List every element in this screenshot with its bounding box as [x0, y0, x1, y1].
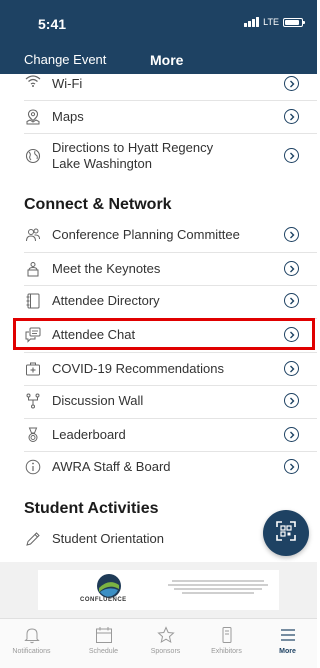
tab-more[interactable]: More [256, 625, 319, 655]
people-icon [24, 226, 42, 244]
menu-item-covid-19-recommendations[interactable]: COVID-19 Recommendations [0, 354, 317, 384]
chevron-right-icon [284, 261, 299, 276]
tab-notifications[interactable]: Notifications [0, 625, 63, 655]
qr-scan-icon [275, 520, 297, 547]
map-icon [24, 108, 42, 126]
chevron-right-icon [284, 427, 299, 442]
menu-item-label: Wi-Fi [52, 76, 83, 91]
change-event-button[interactable]: Change Event [24, 52, 106, 67]
menu-item-discussion-wall[interactable]: Discussion Wall [0, 386, 317, 416]
sponsor-banner[interactable]: CONFLUENCE [38, 570, 279, 610]
menu-item-label: AWRA Staff & Board [52, 459, 171, 474]
menu-item-label: Directions to Hyatt Regency Lake Washing… [52, 140, 213, 172]
medal-icon [24, 426, 42, 444]
divider [24, 352, 317, 353]
status-bar: 5:41 LTE [0, 0, 317, 40]
tab-label: Notifications [12, 648, 51, 655]
menu-item-wifi[interactable]: Wi-Fi [0, 74, 317, 98]
medical-kit-icon [24, 360, 42, 378]
info-icon [24, 458, 42, 476]
tab-sponsors[interactable]: Sponsors [134, 625, 197, 655]
menu-item-label-line2: Lake Washington [52, 156, 152, 171]
menu-item-label: Attendee Directory [52, 293, 160, 308]
exhibitor-icon [195, 625, 258, 645]
section-title-connect-network: Connect & Network [24, 196, 172, 213]
menu-item-label: Maps [52, 109, 84, 124]
banner-fine-print [168, 578, 268, 596]
speaker-icon [24, 260, 42, 278]
discussion-icon [24, 392, 42, 410]
tab-label: More [279, 648, 296, 655]
qr-scan-button[interactable] [263, 510, 309, 556]
menu-item-directions[interactable]: Directions to Hyatt Regency Lake Washing… [0, 134, 317, 178]
attendee-chat-highlight [13, 318, 315, 350]
menu-item-attendee-directory[interactable]: Attendee Directory [0, 286, 317, 316]
nav-bar: Change Event More [0, 50, 317, 70]
directory-icon [24, 292, 42, 310]
chevron-right-icon [284, 227, 299, 242]
menu-item-meet-the-keynotes[interactable]: Meet the Keynotes [0, 254, 317, 284]
chevron-right-icon [284, 109, 299, 124]
tab-label: Sponsors [150, 648, 181, 655]
battery-level [285, 19, 299, 25]
menu-item-awra-staff-board[interactable]: AWRA Staff & Board [0, 452, 317, 482]
menu-item-label: Meet the Keynotes [52, 261, 161, 276]
pencil-icon [24, 530, 42, 548]
section-title-student-activities: Student Activities [24, 500, 159, 517]
chevron-right-icon [284, 293, 299, 308]
wifi-icon [24, 74, 42, 90]
bottom-tab-bar: Notifications Schedule Sponsors Exhibito… [0, 618, 317, 668]
tab-label: Exhibitors [211, 648, 242, 655]
menu-item-label: COVID-19 Recommendations [52, 361, 224, 376]
network-label: LTE [263, 17, 279, 27]
tab-schedule[interactable]: Schedule [72, 625, 135, 655]
globe-icon [24, 147, 42, 165]
menu-item-conference-planning-committee[interactable]: Conference Planning Committee [0, 220, 317, 250]
chevron-right-icon [284, 361, 299, 376]
status-time: 5:41 [38, 16, 67, 32]
divider [24, 418, 317, 419]
calendar-icon [72, 625, 135, 645]
star-icon [134, 625, 197, 645]
chevron-right-icon [284, 393, 299, 408]
tab-exhibitors[interactable]: Exhibitors [195, 625, 258, 655]
menu-item-label: Student Orientation [52, 531, 165, 546]
chevron-right-icon [284, 76, 299, 91]
chevron-right-icon [284, 459, 299, 474]
divider [24, 100, 317, 101]
menu-item-label: Conference Planning Committee [52, 227, 240, 242]
status-indicators: LTE [244, 17, 305, 27]
menu-item-leaderboard[interactable]: Leaderboard [0, 420, 317, 450]
menu-item-label: Discussion Wall [52, 393, 144, 408]
app-header: 5:41 LTE Change Event More [0, 0, 317, 74]
bell-icon [0, 625, 63, 645]
chevron-right-icon [284, 148, 299, 163]
divider [24, 252, 317, 253]
tab-label: Schedule [88, 648, 119, 655]
menu-item-maps[interactable]: Maps [0, 102, 317, 132]
menu-icon [256, 625, 319, 645]
menu-item-label: Leaderboard [52, 427, 126, 442]
signal-icon [244, 17, 260, 27]
battery-icon [283, 17, 305, 27]
confluence-logo-icon [96, 573, 122, 599]
menu-item-label-line1: Directions to Hyatt Regency [52, 140, 214, 155]
page-title: More [150, 52, 184, 68]
banner-name: CONFLUENCE [80, 597, 127, 603]
